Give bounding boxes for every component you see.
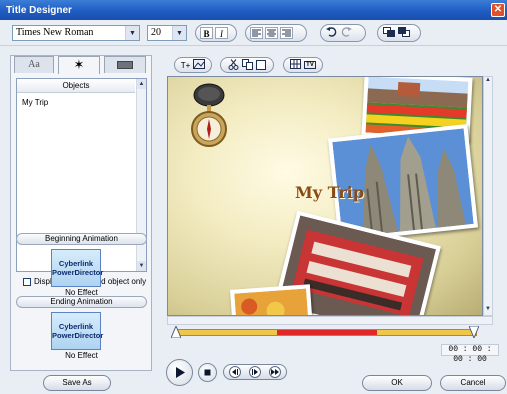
insert-object-group: T+: [174, 57, 212, 73]
layer-order-group: [377, 24, 421, 42]
previous-frame-icon[interactable]: [228, 366, 242, 383]
edit-group: [220, 57, 274, 73]
close-icon: ✕: [493, 4, 503, 15]
canvas-vertical-scrollbar[interactable]: ▲ ▼: [483, 76, 493, 316]
chevron-down-icon[interactable]: ▼: [137, 261, 146, 271]
alignment-group: [245, 24, 307, 42]
chevron-down-icon[interactable]: ▼: [484, 306, 492, 315]
flowers-photo[interactable]: [230, 284, 314, 315]
objects-header: Objects: [17, 79, 135, 93]
end-marker-icon[interactable]: [469, 326, 479, 338]
undo-redo-group: [320, 24, 366, 42]
grid-icon[interactable]: [290, 59, 302, 71]
format-toolbar: Times New Roman ▼ 20 ▼ B I: [0, 20, 507, 46]
paste-icon[interactable]: [255, 59, 267, 72]
timeline-track[interactable]: [171, 326, 479, 338]
chevron-up-icon[interactable]: ▲: [484, 77, 492, 86]
play-icon: [176, 367, 185, 378]
font-style-group: B I: [195, 24, 237, 42]
timeline-bar[interactable]: [175, 329, 477, 336]
tab-background[interactable]: [104, 56, 146, 73]
canvas-horizontal-scrollbar[interactable]: [167, 316, 493, 325]
ok-button[interactable]: OK: [362, 375, 432, 391]
start-marker-icon[interactable]: [171, 326, 181, 338]
background-tab-icon: [117, 61, 133, 69]
properties-panel: Aa ✶ Objects My Trip ▲ ▼ Display the sel…: [10, 55, 152, 371]
copy-icon[interactable]: [241, 58, 253, 72]
tab-text-properties[interactable]: Aa: [14, 56, 54, 73]
redo-icon[interactable]: [340, 27, 353, 39]
italic-button[interactable]: I: [215, 27, 228, 39]
timeline-selected-range[interactable]: [277, 330, 377, 335]
undo-icon[interactable]: [325, 27, 338, 39]
preview-canvas[interactable]: My Trip: [167, 76, 483, 316]
font-family-value: Times New Roman: [16, 27, 94, 38]
play-button[interactable]: [166, 359, 193, 386]
checkbox-box[interactable]: [23, 277, 31, 286]
frame-navigation-group: [223, 364, 287, 380]
align-left-icon[interactable]: [250, 27, 263, 39]
send-back-icon[interactable]: [397, 27, 410, 39]
particle-tab-icon: ✶: [73, 57, 85, 72]
compass-image[interactable]: [188, 81, 230, 151]
stop-icon: [204, 369, 211, 376]
bring-front-icon[interactable]: [382, 27, 395, 39]
title-text-object[interactable]: My Trip: [295, 183, 364, 202]
window-title-bar: Title Designer ✕: [0, 0, 507, 20]
cancel-button[interactable]: Cancel: [440, 375, 506, 391]
ending-effect-thumbnail[interactable]: Cyberlink PowerDirector: [51, 312, 103, 350]
next-frame-icon[interactable]: [248, 366, 262, 383]
cut-icon[interactable]: [228, 58, 239, 72]
tab-particle-effects[interactable]: ✶: [58, 56, 100, 74]
save-as-button[interactable]: Save As: [43, 375, 111, 391]
view-group: TV: [283, 57, 323, 73]
stop-button[interactable]: [198, 363, 217, 382]
chevron-up-icon[interactable]: ▲: [137, 79, 146, 89]
insert-image-icon[interactable]: [193, 59, 206, 71]
font-size-select[interactable]: 20 ▼: [147, 25, 187, 41]
insert-text-icon[interactable]: T+: [181, 61, 191, 70]
align-center-icon[interactable]: [265, 27, 278, 39]
fast-forward-icon[interactable]: [268, 366, 282, 383]
chevron-down-icon[interactable]: ▼: [172, 26, 186, 40]
list-item[interactable]: My Trip: [17, 93, 146, 107]
tv-safe-zone-icon[interactable]: TV: [304, 61, 316, 69]
chevron-down-icon[interactable]: ▼: [125, 26, 139, 40]
ending-animation-header: Ending Animation: [16, 296, 147, 308]
text-tab-icon: Aa: [28, 59, 40, 70]
font-family-select[interactable]: Times New Roman ▼: [12, 25, 140, 41]
bold-button[interactable]: B: [200, 27, 213, 39]
timecode-display: 00 : 00 : 00 : 00: [441, 344, 499, 364]
font-size-value: 20: [151, 27, 161, 38]
window-title: Title Designer: [6, 5, 72, 16]
align-right-icon[interactable]: [280, 27, 293, 39]
close-button[interactable]: ✕: [491, 3, 505, 17]
beginning-effect-thumbnail[interactable]: Cyberlink PowerDirector: [51, 249, 103, 287]
ending-effect-name: No Effect: [65, 351, 98, 360]
beginning-animation-header: Beginning Animation: [16, 233, 147, 245]
